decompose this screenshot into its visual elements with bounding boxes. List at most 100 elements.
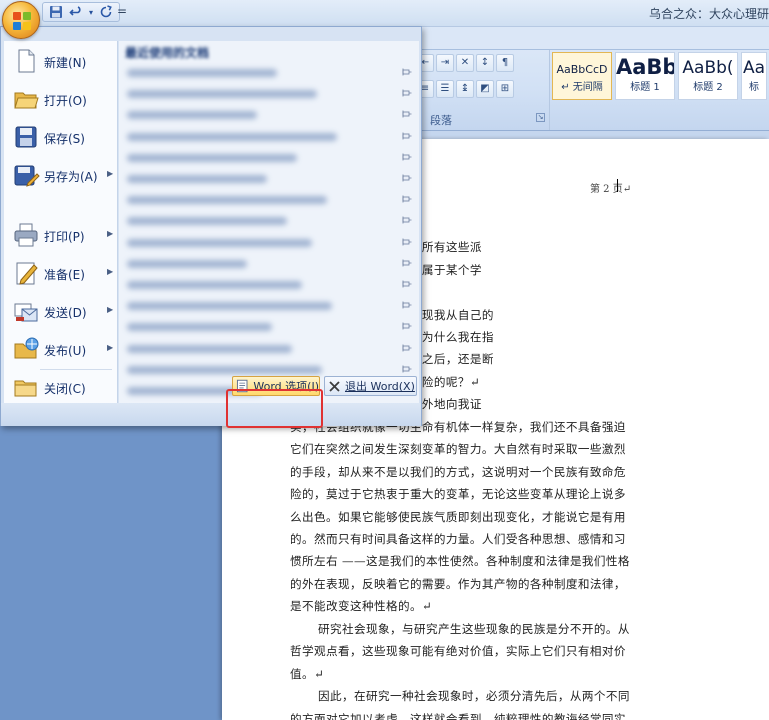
style-heading-1[interactable]: AaBb 标题 1 [615, 52, 675, 100]
increase-indent-button[interactable]: ⇥ [436, 54, 454, 72]
printer-icon [14, 223, 38, 247]
paragraph-dialog-launcher[interactable]: ↘ [536, 113, 545, 122]
window-title: 乌合之众：大众心理研 [648, 7, 769, 21]
undo-button[interactable] [67, 4, 85, 20]
office-menu: 新建(N) 打开(O) 保存(S) 另存为(A) ▶ 打印(P) ▶ 准备(E)… [0, 26, 422, 426]
recent-document-item[interactable] [119, 169, 415, 190]
menu-new[interactable]: 新建(N) [4, 43, 118, 79]
paragraph-group-label: 段落 [430, 114, 452, 127]
styles-gallery: AaBbCcD ↵ 无间隔 AaBb 标题 1 AaBb( 标题 2 Aa 标 [552, 52, 767, 100]
save-icon [15, 126, 37, 148]
office-button[interactable] [2, 1, 40, 39]
pin-icon[interactable] [402, 195, 412, 204]
recent-document-item[interactable] [119, 148, 415, 169]
document-line: 是不能改变这种性格的。↵ [290, 599, 433, 613]
document-line: 的外在表现，反映着它的需要。作为其产物的各种制度和法律， [290, 577, 626, 591]
paragraph-group: ⇤ ⇥ ✕ ↕ ¶ ≡ ☰ ↨ ◩ ⊞ 段落 ↘ [410, 50, 550, 130]
recent-document-name [127, 69, 277, 77]
new-document-icon [18, 49, 35, 73]
pin-icon[interactable] [402, 322, 412, 331]
pin-icon[interactable] [402, 174, 412, 183]
recent-document-item[interactable] [119, 296, 415, 317]
shading-button[interactable]: ◩ [476, 80, 494, 98]
save-icon [50, 6, 62, 18]
menu-prepare[interactable]: 准备(E) ▶ [4, 255, 118, 291]
style-name: ↵ 无间隔 [561, 82, 603, 93]
recent-document-item[interactable] [119, 190, 415, 211]
chinese-layout-button[interactable]: ✕ [456, 54, 474, 72]
recent-document-item[interactable] [119, 127, 415, 148]
sort-button[interactable]: ↕ [476, 54, 494, 72]
save-quick-button[interactable] [47, 4, 65, 20]
style-sample: AaBb [616, 55, 675, 79]
borders-button[interactable]: ⊞ [496, 80, 514, 98]
style-name: 标题 1 [630, 82, 660, 93]
recent-document-item[interactable] [119, 317, 415, 338]
recent-document-item[interactable] [119, 254, 415, 275]
pin-icon[interactable] [402, 153, 412, 162]
pin-icon[interactable] [402, 280, 412, 289]
pin-icon[interactable] [402, 238, 412, 247]
recent-document-item[interactable] [119, 105, 415, 126]
document-line: 的。然而只有时间具备这样的力量。人们受各种思想、感情和习 [290, 532, 626, 546]
document-line: 哲学观点看，这些现象可能有绝对价值，实际上它们只有相对价 [290, 644, 626, 658]
pin-icon[interactable] [402, 110, 412, 119]
recent-document-name [127, 90, 317, 99]
distribute-button[interactable]: ☰ [436, 80, 454, 98]
menu-save-label: 保存(S) [44, 132, 85, 146]
close-folder-icon [14, 380, 37, 397]
office-logo-icon [13, 12, 31, 30]
recent-document-item[interactable] [119, 233, 415, 254]
quick-access-toolbar: ▾ [42, 2, 120, 22]
recent-document-name [127, 238, 312, 247]
menu-open[interactable]: 打开(O) [4, 81, 118, 117]
redo-icon [100, 5, 112, 18]
recent-document-item[interactable] [119, 275, 415, 296]
menu-publish[interactable]: 发布(U) ▶ [4, 331, 118, 367]
style-name: 标 [749, 82, 759, 93]
menu-close-label: 关闭(C) [44, 382, 86, 396]
menu-print[interactable]: 打印(P) ▶ [4, 217, 118, 253]
submenu-arrow-icon: ▶ [107, 169, 114, 178]
style-sample: Aa [742, 58, 766, 78]
redo-button[interactable] [97, 4, 115, 20]
pin-icon[interactable] [402, 344, 412, 353]
style-heading-2[interactable]: AaBb( 标题 2 [678, 52, 738, 100]
pin-icon[interactable] [402, 301, 412, 310]
pin-icon[interactable] [402, 259, 412, 268]
exit-word-button[interactable]: 退出 Word(X) [324, 376, 417, 396]
menu-save[interactable]: 保存(S) [4, 119, 118, 155]
menu-close[interactable]: 关闭(C) [4, 369, 118, 405]
style-no-spacing[interactable]: AaBbCcD ↵ 无间隔 [552, 52, 612, 100]
pin-icon[interactable] [402, 89, 412, 98]
recent-document-name [127, 365, 322, 374]
recent-document-name [127, 281, 302, 289]
customize-qat-button[interactable]: = [117, 4, 127, 18]
menu-send[interactable]: 发送(D) ▶ [4, 293, 118, 329]
submenu-arrow-icon: ▶ [107, 305, 114, 314]
show-marks-button[interactable]: ¶ [496, 54, 514, 72]
prepare-document-icon [16, 262, 38, 285]
recent-document-name [127, 196, 327, 205]
pin-icon[interactable] [402, 132, 412, 141]
menu-send-label: 发送(D) [44, 306, 87, 320]
menu-open-label: 打开(O) [44, 94, 87, 108]
recent-document-item[interactable] [119, 84, 415, 105]
recent-document-item[interactable] [119, 63, 415, 84]
pin-icon[interactable] [402, 68, 412, 77]
line-spacing-button[interactable]: ↨ [456, 80, 474, 98]
pin-icon[interactable] [402, 365, 412, 374]
menu-save-as[interactable]: 另存为(A) ▶ [4, 157, 118, 193]
recent-document-item[interactable] [119, 339, 415, 360]
word-options-icon [236, 379, 248, 393]
document-line: 值。↵ [290, 667, 325, 681]
document-line: 险的，莫过于它热衷于重大的变革，无论这些变革从理论上说多 [290, 487, 626, 501]
style-name: 标题 2 [693, 82, 723, 93]
word-options-button[interactable]: Word 选项(I) [232, 376, 320, 396]
publish-icon [14, 337, 39, 359]
recent-documents-title: 最近使用的文档 [125, 46, 210, 60]
recent-document-item[interactable] [119, 211, 415, 232]
style-heading-partial[interactable]: Aa 标 [741, 52, 767, 100]
undo-dropdown[interactable]: ▾ [87, 4, 95, 20]
pin-icon[interactable] [402, 216, 412, 225]
